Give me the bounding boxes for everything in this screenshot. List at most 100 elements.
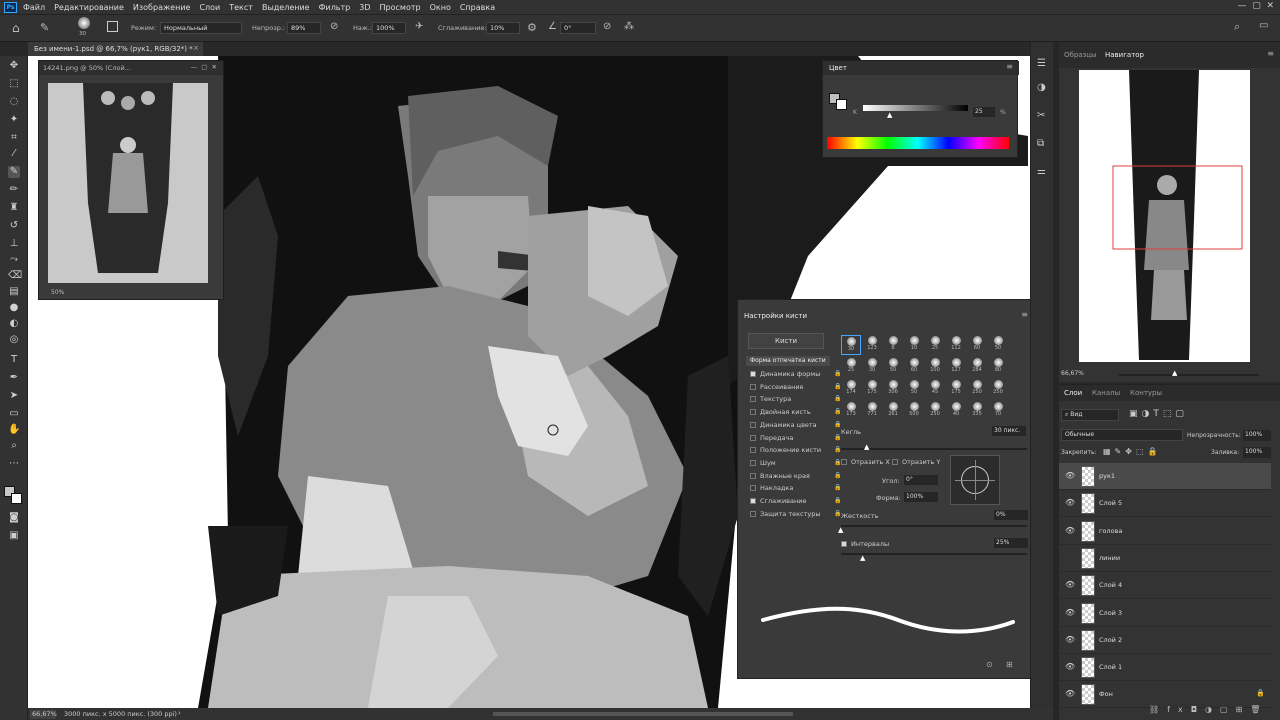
history-panel-icon[interactable]: ☰	[1037, 58, 1046, 69]
sponge-tool-icon[interactable]: ◎	[8, 334, 20, 346]
flip-x-checkbox[interactable]: Отразить X	[841, 458, 890, 466]
pencil-tool-icon[interactable]: ✏	[8, 184, 20, 196]
dodge-tool-icon[interactable]: ◐	[8, 318, 20, 330]
hand-tool-icon[interactable]: ✋	[8, 424, 20, 436]
pressure-size-icon[interactable]: ⊘	[603, 21, 611, 32]
brush-option-1[interactable]: Рассеивание 🔒	[750, 383, 841, 391]
brush-tip-preset[interactable]: 261	[883, 401, 903, 421]
menu-type[interactable]: Текст	[229, 3, 253, 12]
brush-option-checkbox[interactable]	[750, 371, 756, 377]
smoothing-input[interactable]: 10%	[486, 22, 520, 34]
brush-option-3[interactable]: Двойная кисть 🔒	[750, 408, 841, 416]
stamp-tool-icon[interactable]: ⊥	[8, 238, 20, 250]
brush-tip-preset[interactable]: 123	[862, 335, 882, 355]
eyedropper-tool-icon[interactable]: ⁄	[8, 148, 20, 160]
hardness-input[interactable]: 0%	[994, 510, 1028, 520]
brush-tip-preset[interactable]: 60	[904, 357, 924, 377]
spacing-slider-thumb[interactable]: ▲	[860, 554, 865, 562]
mode-select[interactable]: Нормальный	[160, 22, 242, 34]
brush-option-checkbox[interactable]	[750, 510, 756, 517]
visibility-eye-icon[interactable]: 👁	[1065, 608, 1075, 617]
brush-option-6[interactable]: Положение кисти 🔒	[750, 446, 841, 454]
k-slider-thumb[interactable]: ▲	[887, 111, 892, 119]
clone-source-icon[interactable]: ⧉	[1037, 138, 1044, 149]
marquee-tool-icon[interactable]: ⬚	[8, 78, 20, 90]
brush-option-checkbox[interactable]	[750, 459, 756, 466]
quick-mask-icon[interactable]: ◙	[8, 512, 20, 524]
brush-option-5[interactable]: Передача 🔒	[750, 434, 841, 442]
brush-tip-preset[interactable]: 250	[925, 401, 945, 421]
k-value-input[interactable]: 25	[973, 107, 995, 117]
menu-help[interactable]: Справка	[460, 3, 495, 12]
pressure-opacity-icon[interactable]: ⊘	[330, 21, 338, 32]
spacing-input[interactable]: 25%	[994, 538, 1028, 548]
home-icon[interactable]: ⌂	[12, 21, 20, 35]
brush-option-7[interactable]: Шум 🔒	[750, 459, 841, 467]
brush-tip-preset[interactable]: 306	[883, 379, 903, 399]
brush-option-4[interactable]: Динамика цвета 🔒	[750, 421, 841, 429]
brush-option-0[interactable]: Динамика формы 🔒	[750, 370, 841, 378]
flip-y-checkbox[interactable]: Отразить Y	[892, 458, 940, 466]
window-controls[interactable]: — ▢ ✕	[1238, 1, 1275, 11]
toggle-preview-icon[interactable]: ⊙	[986, 660, 993, 669]
brush-tip-preset[interactable]: 175	[862, 379, 882, 399]
brush-tip-preset[interactable]: 10	[904, 335, 924, 355]
visibility-eye-icon[interactable]: 👁	[1065, 663, 1075, 671]
airbrush-icon[interactable]: ✈	[415, 21, 423, 32]
opacity-input[interactable]: 89%	[287, 22, 321, 34]
color-spectrum[interactable]	[827, 137, 1009, 149]
brush-option-10[interactable]: Сглаживание 🔒	[750, 497, 841, 505]
screen-mode-icon[interactable]: ▣	[8, 530, 20, 542]
layer-filter-icons[interactable]: ▣◑T⬚▢	[1129, 409, 1269, 421]
layer-row[interactable]: линии	[1059, 545, 1271, 572]
layer-footer-icons[interactable]: ⛓fx◘◑▢⊞🗑	[1149, 705, 1268, 714]
zoom-field[interactable]: 66,67%	[30, 710, 57, 719]
menu-filter[interactable]: Фильтр	[319, 3, 351, 12]
brush-tip-preset[interactable]: 8	[883, 335, 903, 355]
lock-icon[interactable]: 🔒	[834, 421, 841, 428]
brush-tip-preset[interactable]: 335	[967, 401, 987, 421]
history-brush-tool-icon[interactable]: ↺	[8, 220, 20, 232]
brush-tip-preset[interactable]: 45	[925, 379, 945, 399]
gear-icon[interactable]: ⚙	[527, 21, 537, 34]
background-color-swatch[interactable]	[11, 493, 22, 504]
size-slider-thumb[interactable]: ▲	[864, 443, 869, 451]
brush-tool-icon[interactable]: ✎	[40, 21, 49, 34]
brush-tip-preset[interactable]: 500	[904, 401, 924, 421]
brush-option-8[interactable]: Влажные края 🔒	[750, 472, 841, 480]
layer-row[interactable]: 👁 Слой 3	[1059, 600, 1271, 627]
spacing-slider-track[interactable]	[841, 553, 1027, 555]
layer-row[interactable]: 👁 Слой 5	[1059, 490, 1271, 518]
layer-row[interactable]: 👁 рук1	[1059, 463, 1271, 490]
brush-tip-preset[interactable]: 80	[988, 357, 1008, 377]
brush-preset-icon[interactable]	[78, 17, 90, 29]
tab-swatches[interactable]: Образцы	[1064, 51, 1097, 59]
reference-window-titlebar[interactable]: 14241.png @ 50% (Слой... — ▢ ✕	[39, 61, 223, 75]
brush-option-checkbox[interactable]	[750, 383, 756, 390]
brush-tip-preset[interactable]: 70	[988, 401, 1008, 421]
navigator-zoom-slider[interactable]	[1119, 374, 1259, 376]
lock-icon[interactable]: 🔒	[834, 484, 841, 491]
menu-edit[interactable]: Редактирование	[54, 3, 124, 12]
brush-tip-preset[interactable]: 771	[862, 401, 882, 421]
menu-image[interactable]: Изображение	[133, 3, 191, 12]
menu-select[interactable]: Выделение	[262, 3, 310, 12]
workspace-icon[interactable]: ▭	[1259, 20, 1268, 31]
brush-tip-preset[interactable]: 250	[988, 379, 1008, 399]
brush-tip-preset[interactable]: 174	[841, 379, 861, 399]
menu-window[interactable]: Окно	[430, 3, 451, 12]
tab-channels[interactable]: Каналы	[1092, 389, 1120, 397]
size-input[interactable]: 30 пикс.	[992, 426, 1026, 436]
navigator-menu-icon[interactable]: ≡	[1267, 49, 1274, 58]
crop-tool-icon[interactable]: ⌗	[8, 132, 20, 144]
new-brush-preset-icon[interactable]: ⊞	[1006, 660, 1013, 669]
brush-tip-preset[interactable]: 112	[946, 335, 966, 355]
horizontal-scrollbar[interactable]	[493, 712, 793, 716]
more-tools-icon[interactable]: ⋯	[8, 458, 20, 470]
properties-panel-icon[interactable]: ⚌	[1037, 166, 1046, 177]
reference-image-window[interactable]: 14241.png @ 50% (Слой... — ▢ ✕ 50%	[38, 60, 224, 300]
brush-option-checkbox[interactable]	[750, 396, 756, 403]
panel-menu-icon[interactable]: ≡	[1006, 62, 1013, 71]
brush-tip-shape-item[interactable]: Форма отпечатка кисти	[746, 356, 830, 366]
navigator-thumbnail[interactable]	[1079, 70, 1250, 362]
